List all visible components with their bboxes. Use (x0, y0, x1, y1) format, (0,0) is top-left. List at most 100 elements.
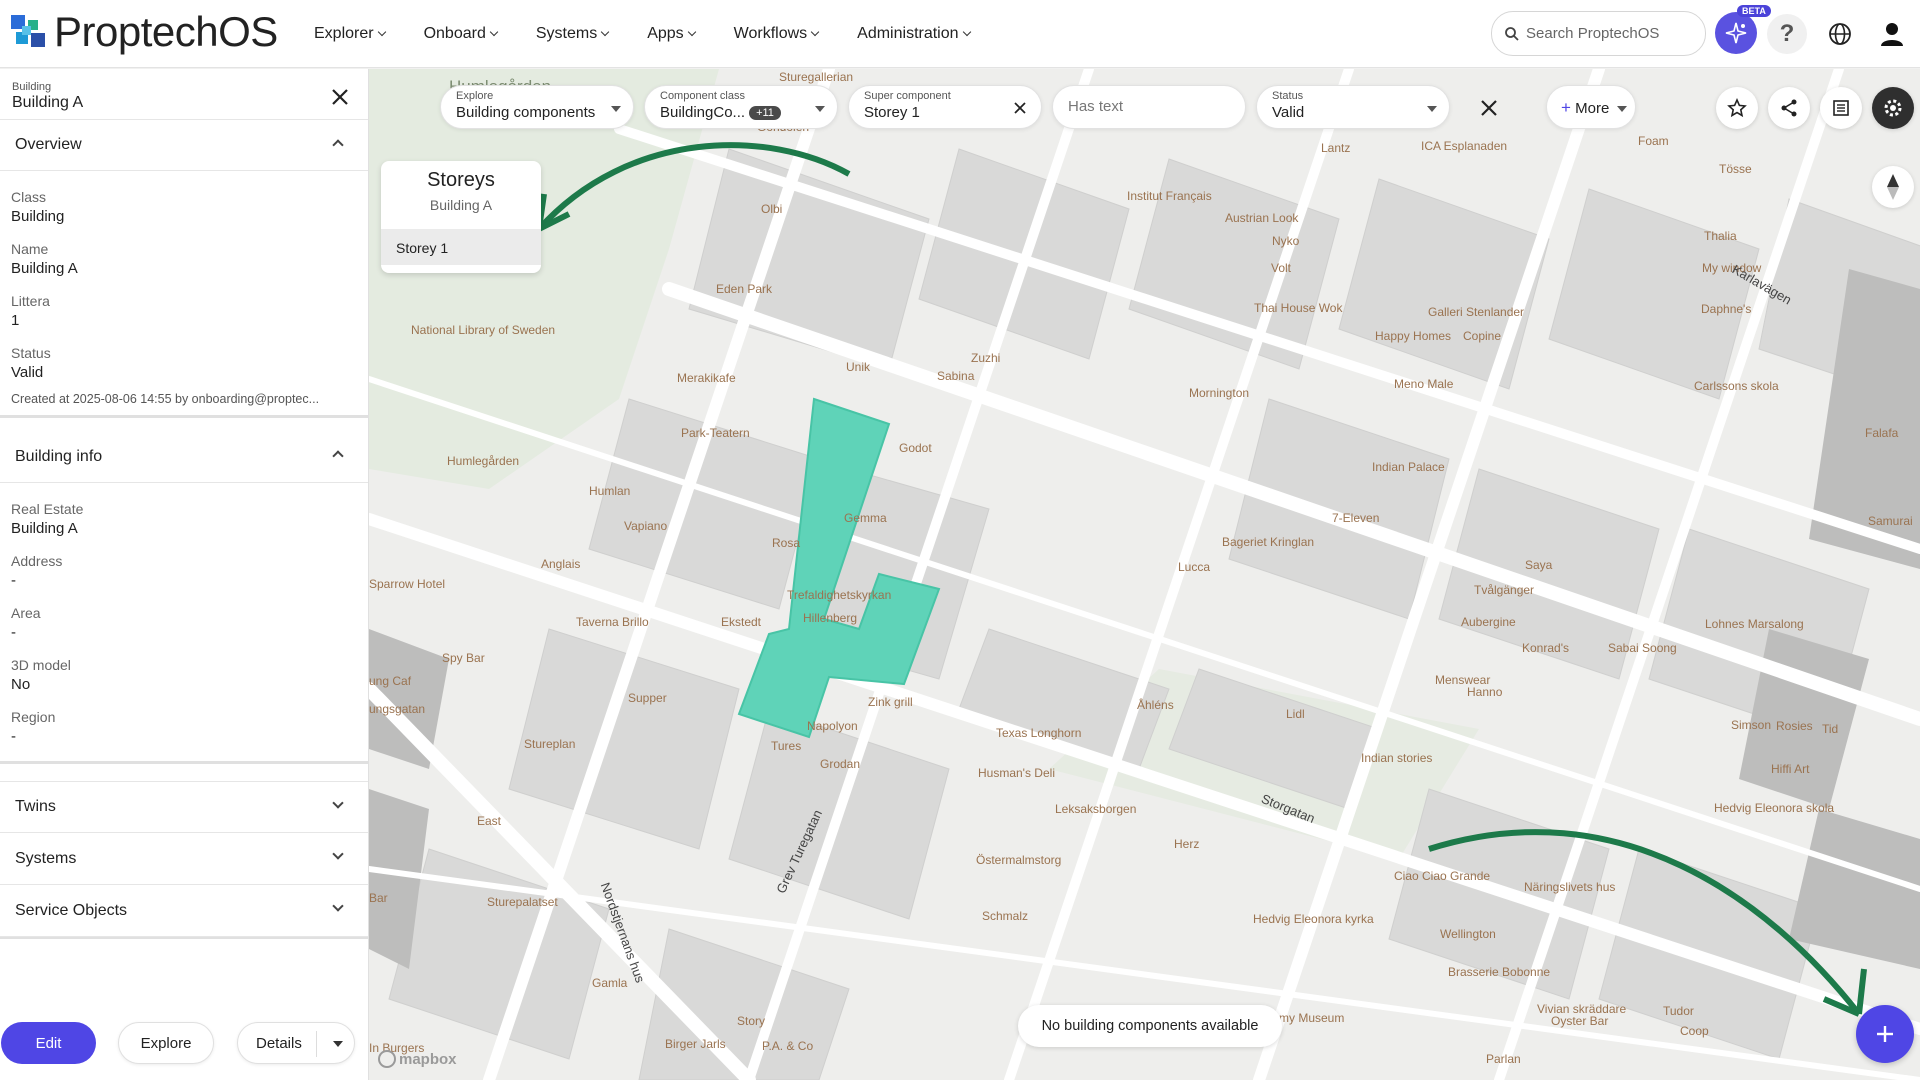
top-bar: ProptechOS Explorer Onboard Systems Apps… (0, 0, 1920, 68)
compass-button[interactable] (1872, 166, 1914, 208)
add-button[interactable] (1856, 1005, 1914, 1063)
compass-icon (1887, 174, 1899, 200)
breadcrumb-name: Building A (12, 94, 84, 111)
section-building-info-header[interactable]: Building info (0, 431, 368, 483)
field-3d-model: 3D model No (11, 657, 71, 693)
field-value: Building A (11, 260, 78, 277)
map-label: Birger Jarls (665, 1037, 726, 1051)
user-profile-button[interactable] (1872, 14, 1912, 54)
star-icon (1727, 98, 1747, 118)
nav-administration[interactable]: Administration (857, 25, 971, 43)
close-icon[interactable] (328, 85, 352, 109)
filter-explore[interactable]: Explore Building components (440, 85, 634, 129)
caret-down-icon (1617, 106, 1627, 112)
nav-systems[interactable]: Systems (535, 25, 610, 43)
language-button[interactable] (1820, 14, 1860, 54)
map-label: Zink grill (868, 695, 913, 709)
map-label: Östermalmstorg (976, 853, 1062, 867)
chevron-down-icon (600, 27, 610, 37)
section-systems-header[interactable]: Systems (0, 833, 368, 885)
ai-assistant-button[interactable] (1715, 12, 1757, 54)
breadcrumb[interactable]: Building Building A (12, 81, 83, 112)
help-button[interactable]: ? (1767, 14, 1807, 54)
map-attribution[interactable]: mapbox (378, 1050, 457, 1068)
section-overview-header[interactable]: Overview (0, 119, 368, 171)
favorite-button[interactable] (1716, 87, 1758, 129)
field-label: Littera (11, 293, 50, 309)
map-label: Merakikafe (677, 371, 736, 385)
map-label: Oyster Bar (1551, 1014, 1609, 1028)
map-label: Lidl (1286, 707, 1305, 721)
section-service-objects-header[interactable]: Service Objects (0, 885, 368, 937)
caret-down-icon[interactable] (333, 1041, 343, 1047)
map-label: Rosies (1776, 719, 1813, 733)
map-label: Näringslivets hus (1524, 880, 1616, 894)
search-input[interactable]: Search ProptechOS (1491, 11, 1706, 56)
field-value: - (11, 624, 16, 641)
field-value: Valid (11, 364, 44, 381)
sparkle-icon (1725, 22, 1747, 44)
map-label: Anglais (541, 557, 581, 571)
map-label: Saya (1525, 558, 1553, 572)
main-nav: Explorer Onboard Systems Apps Workflows … (314, 0, 1009, 68)
list-view-button[interactable] (1820, 87, 1862, 129)
clear-filters-icon[interactable] (1478, 97, 1500, 119)
chevron-down-icon (377, 27, 386, 37)
map-label: Tvålgänger (1474, 583, 1535, 597)
map-label: Konrad's (1522, 641, 1569, 655)
map-label: Aubergine (1461, 615, 1516, 629)
storey-item[interactable]: Storey 1 (381, 229, 541, 265)
map-canvas[interactable]: Humlegården Eden Park National Library of … (369, 69, 1920, 1080)
map-label: Napolyon (807, 719, 858, 733)
map-label: Unik (846, 360, 871, 374)
nav-apps[interactable]: Apps (647, 25, 696, 43)
map-label: Galleri Stenlander (1428, 305, 1525, 319)
highlighted-building[interactable] (369, 69, 1920, 1080)
explore-button[interactable]: Explore (118, 1022, 214, 1064)
field-label: Name (11, 241, 49, 257)
section-twins-header[interactable]: Twins (0, 781, 368, 833)
map-label: Coop (1680, 1024, 1709, 1038)
map-label: Hillenberg (803, 611, 858, 625)
chevron-up-icon (332, 139, 344, 151)
count-badge: +11 (749, 106, 781, 121)
map-label: Daphne's (1701, 302, 1752, 316)
settings-button[interactable] (1872, 87, 1914, 129)
field-class: Class Building (11, 189, 64, 225)
app-name: ProptechOS (54, 8, 278, 55)
more-filters-button[interactable]: + More (1546, 85, 1636, 129)
map-label: Spy Bar (442, 651, 485, 665)
map-label: Trefaldighetskyrkan (787, 588, 892, 602)
map-label: Eden Park (716, 282, 773, 296)
map-label: Humlan (589, 484, 631, 498)
map-label: Humlegården (447, 454, 520, 468)
filter-value: Valid (1272, 104, 1305, 121)
share-button[interactable] (1768, 87, 1810, 129)
filter-component-class[interactable]: Component class BuildingCo... +11 (644, 85, 838, 129)
filter-has-text-input[interactable]: Has text (1052, 85, 1246, 129)
details-button[interactable]: Details (256, 1035, 302, 1052)
filter-status[interactable]: Status Valid (1256, 85, 1450, 129)
edit-button[interactable]: Edit (1, 1022, 96, 1064)
clear-icon[interactable] (1013, 101, 1027, 115)
app-logo[interactable]: ProptechOS (8, 10, 278, 54)
field-area: Area - (11, 605, 41, 641)
map-label: Meno Male (1394, 377, 1454, 391)
map-label: Rosa (772, 536, 801, 550)
gear-icon (1884, 99, 1902, 117)
field-value: Building A (11, 520, 78, 537)
map-label: Copine (1463, 329, 1502, 343)
field-real-estate: Real Estate Building A (11, 501, 83, 537)
map-label: Husman's Deli (978, 766, 1055, 780)
filter-super-component[interactable]: Super component Storey 1 (848, 85, 1042, 129)
breadcrumb-type: Building (12, 81, 52, 93)
nav-label: Systems (535, 25, 598, 42)
section-title: Systems (15, 849, 77, 867)
nav-workflows[interactable]: Workflows (734, 25, 820, 43)
nav-explorer[interactable]: Explorer (314, 25, 386, 43)
caret-down-icon (611, 106, 621, 112)
map-label: Zuzhi (971, 351, 1001, 365)
filter-value: Building components (456, 104, 596, 121)
nav-onboard[interactable]: Onboard (424, 25, 499, 43)
filter-label: Status (1272, 90, 1304, 102)
